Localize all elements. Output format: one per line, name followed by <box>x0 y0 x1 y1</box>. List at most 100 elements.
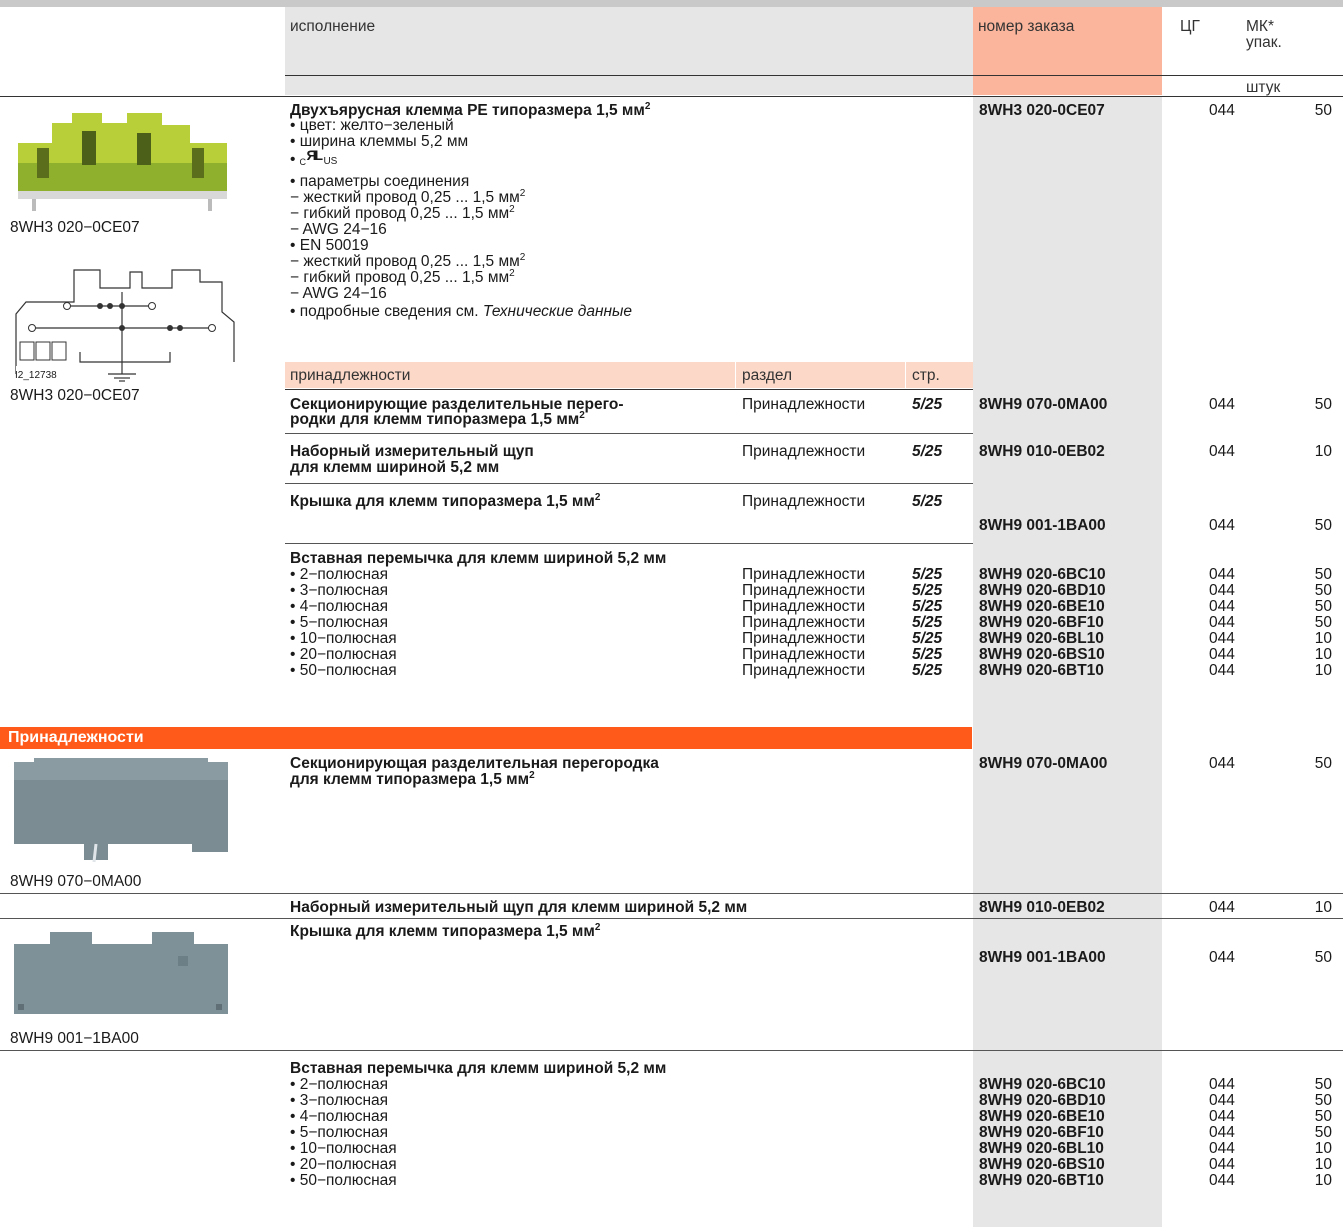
jumper-price-group: 044 <box>1209 1140 1235 1157</box>
jumper-qty: 50 <box>1314 598 1332 615</box>
cover-caption: 8WH9 001−1BA00 <box>10 1030 139 1047</box>
jumper-qty: 50 <box>1314 1108 1332 1125</box>
header-mk: МК* <box>1246 18 1274 35</box>
jumper-order-number: 8WH9 020-6BL10 <box>979 630 1104 647</box>
s2-item3-qty: 50 <box>1314 949 1332 966</box>
jumper-price-group: 044 <box>1209 1156 1235 1173</box>
jumper-price-group: 044 <box>1209 646 1235 663</box>
acc-order-number: 8WH9 070-0MA00 <box>979 396 1108 413</box>
top-bar <box>0 0 1343 7</box>
cover-photo <box>14 932 228 1014</box>
diagram-caption: 8WH3 020−0CE07 <box>10 387 140 404</box>
jumper-price-group: 044 <box>1209 566 1235 583</box>
separator-plate-photo <box>14 758 228 863</box>
s2-item2-order: 8WH9 010-0EB02 <box>979 899 1105 916</box>
jumper-page-link[interactable]: 5/25 <box>912 647 942 663</box>
acc-order-number: 8WH9 010-0EB02 <box>979 443 1105 460</box>
s2-item1-order: 8WH9 070-0MA00 <box>979 755 1108 772</box>
jumper-order-number: 8WH9 020-6BS10 <box>979 1156 1105 1173</box>
tech-data-link[interactable]: Технические данные <box>483 303 632 320</box>
header-price-group: ЦГ <box>1180 18 1200 35</box>
acc-price-group: 044 <box>1209 396 1235 413</box>
feature-line: − гибкий провод 0,25 ... 1,5 мм2 <box>290 267 515 286</box>
jumper-page-link[interactable]: 5/25 <box>912 567 942 583</box>
section-title: Принадлежности <box>8 729 144 746</box>
jumper-page-link[interactable]: 5/25 <box>912 631 942 647</box>
jumper-label: • 50−полюсная <box>290 1172 397 1189</box>
jumper-qty: 10 <box>1314 1172 1332 1189</box>
terminal-photo <box>12 103 232 213</box>
s2-item2-name: Наборный измерительный щуп для клемм шир… <box>290 899 748 916</box>
acc-page-link[interactable]: 5/25 <box>912 397 942 413</box>
jumper-label: • 4−полюсная <box>290 1108 389 1125</box>
feature-line: − жесткий провод 0,25 ... 1,5 мм2 <box>290 187 526 206</box>
acc-page-link[interactable]: 5/25 <box>912 494 942 510</box>
product-price-group: 044 <box>1209 102 1235 119</box>
jumper-page-link[interactable]: 5/25 <box>912 583 942 599</box>
feature-line: − жесткий провод 0,25 ... 1,5 мм2 <box>290 251 526 270</box>
product-qty: 50 <box>1314 102 1332 119</box>
jumper-order-number: 8WH9 020-6BD10 <box>979 582 1106 599</box>
feature-line: • подробные сведения см. Технические дан… <box>290 303 633 320</box>
jumper-label: • 10−полюсная <box>290 1140 397 1157</box>
jumper-qty: 10 <box>1314 646 1332 663</box>
jumper-qty: 50 <box>1314 1092 1332 1109</box>
s2-item3-name: Крышка для клемм типоразмера 1,5 мм2 <box>290 921 601 940</box>
jumper-order-number: 8WH9 020-6BF10 <box>979 614 1104 631</box>
jumper-section: Принадлежности <box>742 630 866 647</box>
separator-caption: 8WH9 070−0MA00 <box>10 873 142 890</box>
jumper-label: • 10−полюсная <box>290 630 397 647</box>
acc-page-link[interactable]: 5/25 <box>912 444 942 460</box>
jumper-qty: 50 <box>1314 614 1332 631</box>
jumper-page-link[interactable]: 5/25 <box>912 615 942 631</box>
jumper-label: • 3−полюсная <box>290 1092 389 1109</box>
jumper-qty: 10 <box>1314 1156 1332 1173</box>
jumper-section: Принадлежности <box>742 614 866 631</box>
s2-item2-qty: 10 <box>1314 899 1332 916</box>
row-divider <box>285 483 973 484</box>
jumper-order-number: 8WH9 020-6BC10 <box>979 1076 1106 1093</box>
acc-header-page: стр. <box>912 367 940 384</box>
product-image-caption: 8WH3 020−0CE07 <box>10 219 140 236</box>
jumper-qty: 50 <box>1314 582 1332 599</box>
jumper-order-number: 8WH9 020-6BD10 <box>979 1092 1106 1109</box>
row-divider <box>285 433 973 434</box>
jumper-order-number: 8WH9 020-6BE10 <box>979 1108 1105 1125</box>
jumper-price-group: 044 <box>1209 662 1235 679</box>
jumper-page-link[interactable]: 5/25 <box>912 663 942 679</box>
jumper-section: Принадлежности <box>742 598 866 615</box>
feature-line: • EN 50019 <box>290 237 369 254</box>
header-exec-bg <box>285 7 973 95</box>
jumper-price-group: 044 <box>1209 1076 1235 1093</box>
jumper-qty: 10 <box>1314 662 1332 679</box>
ul-certification-logo: C ЯL US <box>299 147 338 167</box>
acc-qty: 50 <box>1314 396 1332 413</box>
jumper-page-link[interactable]: 5/25 <box>912 599 942 615</box>
row-divider <box>0 1050 1343 1051</box>
acc-name: Наборный измерительный щуп <box>290 443 534 460</box>
jumper-label: • 50−полюсная <box>290 662 397 679</box>
jumper-label: • 5−полюсная <box>290 614 389 631</box>
acc-qty: 50 <box>1314 517 1332 534</box>
jumper-label: • 3−полюсная <box>290 582 389 599</box>
acc-price-group: 044 <box>1209 443 1235 460</box>
s2-item3-order: 8WH9 001-1BA00 <box>979 949 1106 966</box>
jumper-section: Принадлежности <box>742 662 866 679</box>
feature-line: − AWG 24−16 <box>290 285 387 302</box>
feature-line: • параметры соединения <box>290 173 470 190</box>
feature-line: − гибкий провод 0,25 ... 1,5 мм2 <box>290 203 515 222</box>
jumper-label: • 5−полюсная <box>290 1124 389 1141</box>
section-banner: Принадлежности <box>0 727 972 749</box>
diagram-label: I2_12738 <box>15 370 57 381</box>
acc-name: родки для клемм типоразмера 1,5 мм2 <box>290 409 585 428</box>
jumper-label: • 2−полюсная <box>290 566 389 583</box>
jumper-order-number: 8WH9 020-6BC10 <box>979 566 1106 583</box>
acc-header-sep <box>735 362 736 388</box>
s2-item1-name: для клемм типоразмера 1,5 мм2 <box>290 769 535 788</box>
terminal-schematic <box>15 269 235 382</box>
header-exec: исполнение <box>290 18 376 35</box>
jumper-order-number: 8WH9 020-6BF10 <box>979 1124 1104 1141</box>
jumper-section: Принадлежности <box>742 566 866 583</box>
acc-header-label: принадлежности <box>290 367 411 384</box>
row-divider <box>0 96 1343 97</box>
